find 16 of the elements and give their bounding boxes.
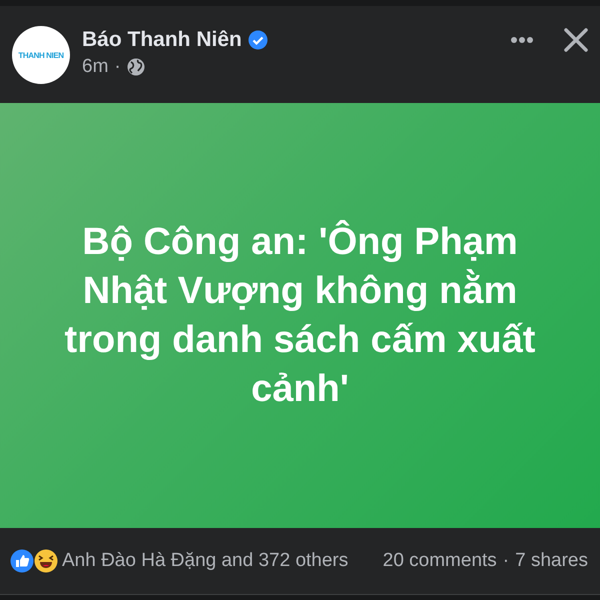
logo-text: THANH NIEN [18,50,64,60]
close-icon [564,28,588,52]
reactions-summary[interactable]: Anh Đào Hà Đặng and 372 others [62,550,348,572]
laugh-reaction-icon [34,549,58,573]
shares-count[interactable]: 7 shares [515,550,588,572]
separator-dot: · [114,56,121,78]
more-options-button[interactable] [510,36,534,44]
more-icon [510,36,534,44]
comments-count[interactable]: 20 comments [382,550,497,572]
separator-dot: · [502,550,510,572]
globe-icon [126,58,145,76]
like-reaction-icon [10,549,34,573]
close-button[interactable] [564,28,588,52]
author-name[interactable]: Báo Thanh Niên [82,28,242,52]
post-time[interactable]: 6m [82,56,108,78]
post-headline: Bộ Công an: 'Ông Phạm Nhật Vượng không nằm trong danh sách cấm xuất cảnh' [64,219,536,412]
